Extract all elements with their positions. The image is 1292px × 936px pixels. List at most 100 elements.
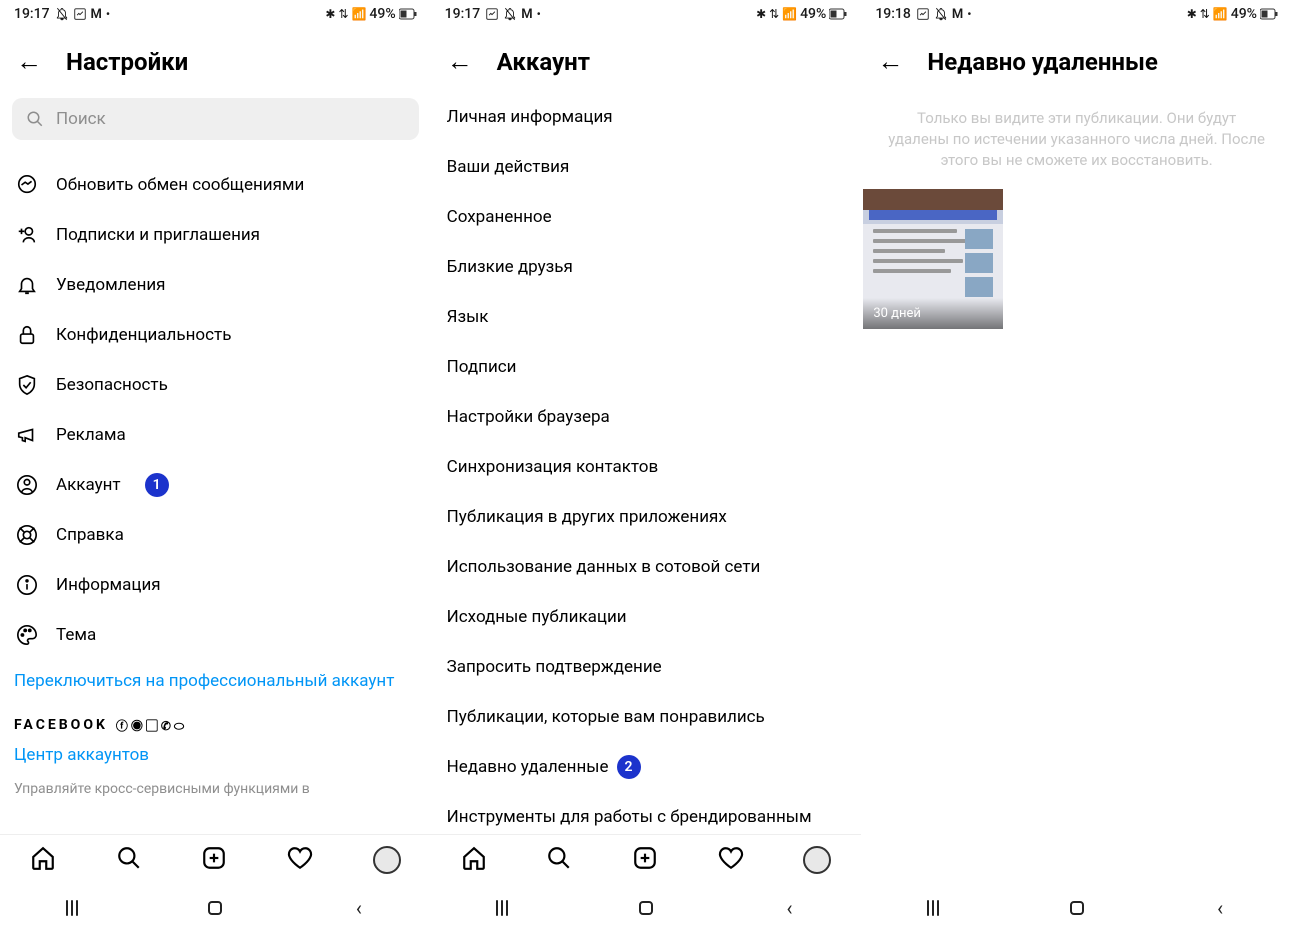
sys-back[interactable]: ‹	[339, 896, 379, 920]
settings-item-notifications[interactable]: Уведомления	[14, 260, 417, 310]
page-title: Недавно удаленные	[927, 48, 1158, 76]
status-sys-icons: ✱ ⇅ 📶	[325, 7, 366, 21]
status-battery: 49%	[369, 6, 395, 22]
sys-back[interactable]: ‹	[1200, 896, 1240, 920]
account-item[interactable]: Личная информация	[447, 92, 846, 142]
lifebuoy-icon	[14, 524, 40, 546]
status-time: 19:17	[445, 6, 481, 22]
nav-activity-icon[interactable]	[718, 845, 744, 875]
app-header: ← Аккаунт	[431, 28, 862, 92]
sys-home[interactable]	[1057, 901, 1097, 915]
account-item[interactable]: Подписи	[447, 342, 846, 392]
step-badge-1: 1	[145, 473, 169, 497]
bell-icon	[14, 274, 40, 296]
account-item[interactable]: Исходные публикации	[447, 592, 846, 642]
lock-icon	[14, 324, 40, 346]
back-arrow-icon[interactable]: ←	[16, 49, 42, 75]
sys-back[interactable]: ‹	[770, 896, 810, 920]
system-nav: ‹	[861, 888, 1292, 928]
settings-item-security[interactable]: Безопасность	[14, 360, 417, 410]
battery-icon	[829, 8, 847, 20]
link-accounts-center[interactable]: Центр аккаунтов	[0, 736, 431, 773]
account-item[interactable]: Публикация в других приложениях	[447, 492, 846, 542]
settings-item-ads[interactable]: Реклама	[14, 410, 417, 460]
account-item[interactable]: Ваши действия	[447, 142, 846, 192]
nav-profile-icon[interactable]	[373, 846, 401, 874]
account-item[interactable]: Запросить подтверждение	[447, 642, 846, 692]
settings-item-privacy[interactable]: Конфиденциальность	[14, 310, 417, 360]
settings-item-theme[interactable]: Тема	[14, 610, 417, 660]
nav-home-icon[interactable]	[461, 845, 487, 875]
account-item[interactable]: Язык	[447, 292, 846, 342]
sys-recents[interactable]	[913, 900, 953, 916]
account-item[interactable]: Настройки браузера	[447, 392, 846, 442]
settings-item-about[interactable]: Информация	[14, 560, 417, 610]
app-header: ← Настройки	[0, 28, 431, 92]
status-time: 19:17	[14, 6, 50, 22]
step-badge-2: 2	[617, 755, 641, 779]
status-notif-icons: M •	[485, 7, 541, 22]
sys-home[interactable]	[195, 901, 235, 915]
sys-recents[interactable]	[482, 900, 522, 916]
page-title: Настройки	[66, 48, 188, 76]
palette-icon	[14, 624, 40, 646]
back-arrow-icon[interactable]: ←	[877, 49, 903, 75]
nav-create-icon[interactable]	[201, 845, 227, 875]
info-icon	[14, 574, 40, 596]
sys-home[interactable]	[626, 901, 666, 915]
settings-item-account[interactable]: Аккаунт 1	[14, 460, 417, 510]
account-list: Личная информация Ваши действия Сохранен…	[431, 92, 862, 842]
search-placeholder: Поиск	[56, 109, 106, 129]
status-battery: 49%	[1231, 6, 1257, 22]
account-item[interactable]: Сохраненное	[447, 192, 846, 242]
nav-search-icon[interactable]	[116, 845, 142, 875]
status-notif-icons: M •	[916, 7, 972, 22]
settings-list: Обновить обмен сообщениями Подписки и пр…	[0, 160, 431, 660]
account-item[interactable]: Близкие друзья	[447, 242, 846, 292]
status-bar: 19:17 M • ✱ ⇅ 📶 49%	[0, 0, 431, 28]
battery-icon	[399, 8, 417, 20]
settings-item-messaging[interactable]: Обновить обмен сообщениями	[14, 160, 417, 210]
facebook-product-icons: ⓕ ◉ ▢ ✆ ⬭	[116, 717, 184, 734]
status-battery: 49%	[800, 6, 826, 22]
status-notif-icons: M •	[55, 7, 111, 22]
app-header: ← Недавно удаленные	[861, 28, 1292, 92]
deleted-info-text: Только вы видите эти публикации. Они буд…	[861, 92, 1292, 183]
account-item[interactable]: Использование данных в сотовой сети	[447, 542, 846, 592]
status-bar: 19:18 M • ✱ ⇅ 📶 49%	[861, 0, 1292, 28]
back-arrow-icon[interactable]: ←	[447, 49, 473, 75]
megaphone-icon	[14, 424, 40, 446]
status-sys-icons: ✱ ⇅ 📶	[1187, 7, 1228, 21]
facebook-section-header: FACEBOOK ⓕ ◉ ▢ ✆ ⬭	[0, 699, 431, 736]
settings-item-follow[interactable]: Подписки и приглашения	[14, 210, 417, 260]
account-item-recently-deleted[interactable]: Недавно удаленные 2	[447, 742, 846, 792]
sys-recents[interactable]	[52, 900, 92, 916]
search-icon	[26, 110, 44, 128]
messenger-icon	[14, 174, 40, 196]
page-title: Аккаунт	[497, 48, 590, 76]
nav-activity-icon[interactable]	[287, 845, 313, 875]
status-bar: 19:17 M • ✱ ⇅ 📶 49%	[431, 0, 862, 28]
system-nav: ‹	[431, 888, 862, 928]
nav-profile-icon[interactable]	[803, 846, 831, 874]
nav-create-icon[interactable]	[632, 845, 658, 875]
bottom-nav	[431, 834, 862, 884]
settings-item-help[interactable]: Справка	[14, 510, 417, 560]
screen-settings: 19:17 M • ✱ ⇅ 📶 49% ← Настройки Поиск Об…	[0, 0, 431, 936]
screen-recently-deleted: 19:18 M • ✱ ⇅ 📶 49% ← Недавно удаленные …	[861, 0, 1292, 936]
search-input[interactable]: Поиск	[12, 98, 419, 140]
thumb-days-label: 30 дней	[863, 298, 1003, 329]
account-icon	[14, 474, 40, 496]
account-item[interactable]: Публикации, которые вам понравились	[447, 692, 846, 742]
deleted-post-thumbnail[interactable]: 30 дней	[863, 189, 1003, 329]
system-nav: ‹	[0, 888, 431, 928]
shield-icon	[14, 374, 40, 396]
nav-search-icon[interactable]	[546, 845, 572, 875]
account-item[interactable]: Синхронизация контактов	[447, 442, 846, 492]
screen-account: 19:17 M • ✱ ⇅ 📶 49% ← Аккаунт Личная инф…	[431, 0, 862, 936]
person-plus-icon	[14, 224, 40, 246]
nav-home-icon[interactable]	[30, 845, 56, 875]
footer-muted-text: Управляйте кросс-сервисными функциями в	[0, 773, 431, 805]
status-sys-icons: ✱ ⇅ 📶	[756, 7, 797, 21]
link-pro-account[interactable]: Переключиться на профессиональный аккаун…	[0, 660, 431, 699]
